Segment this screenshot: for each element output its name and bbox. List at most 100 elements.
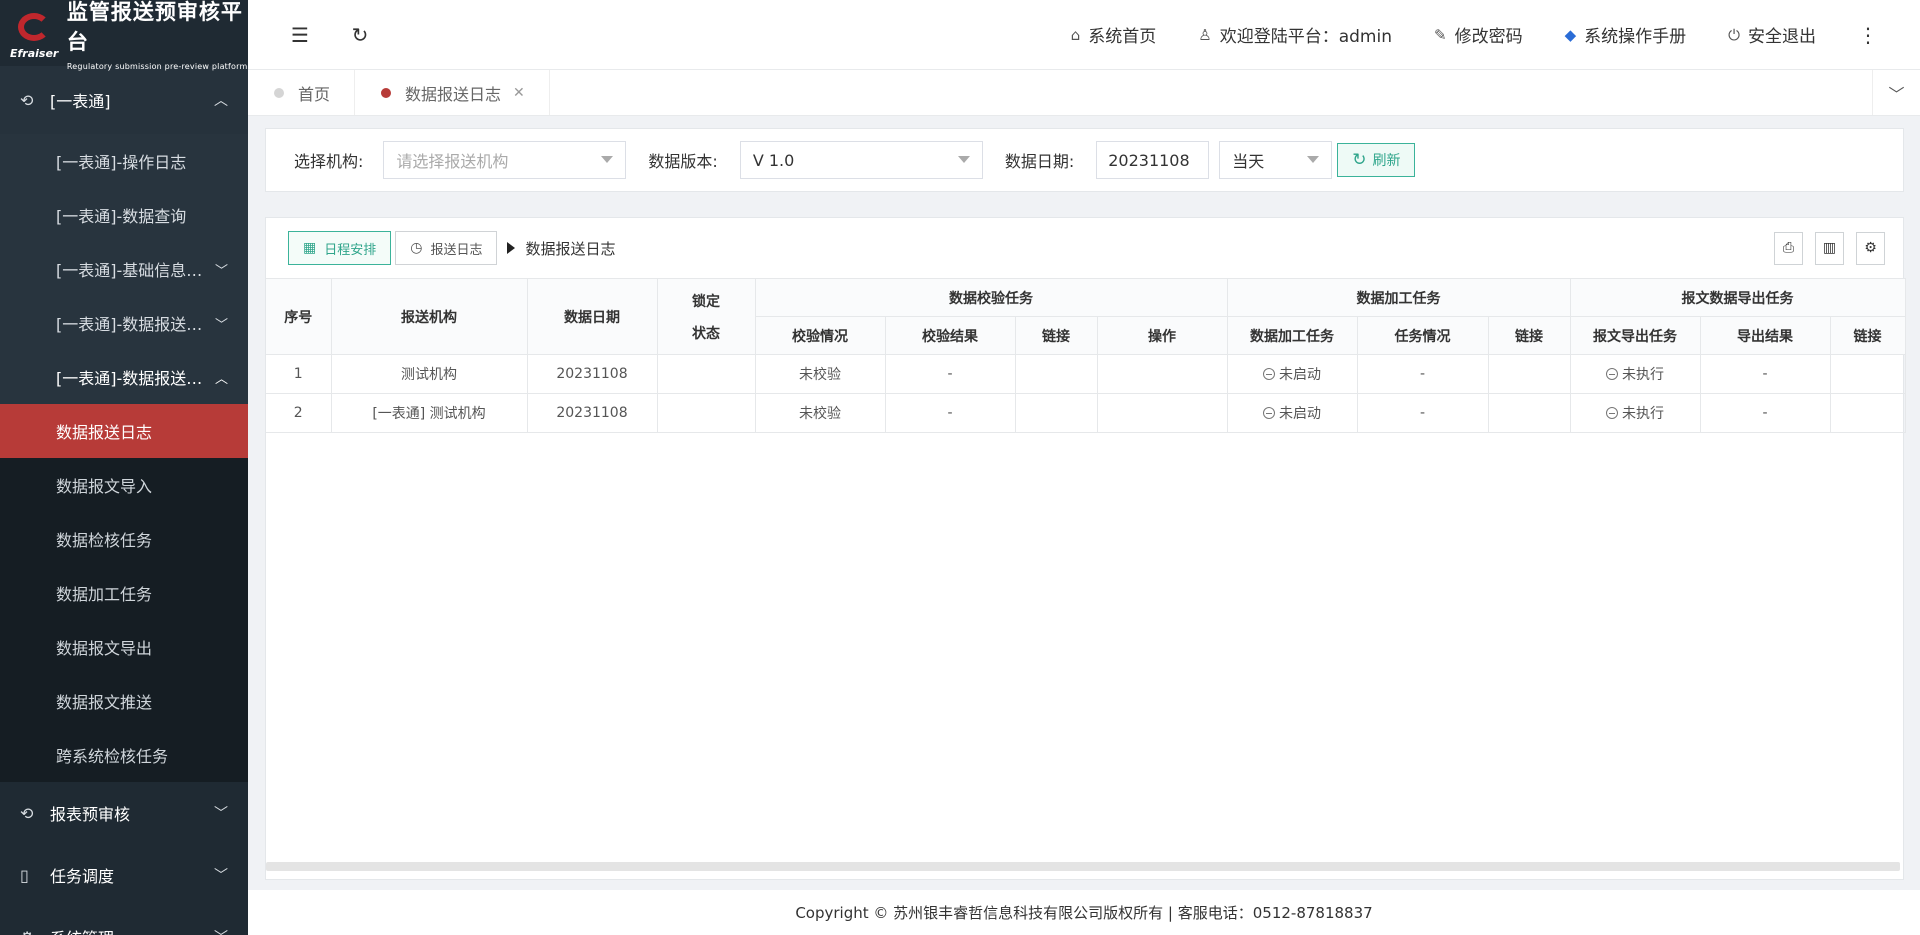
cell-check-status[interactable]: 未校验 bbox=[755, 393, 886, 433]
welcome-user[interactable]: ♙ 欢迎登陆平台：admin bbox=[1198, 22, 1392, 48]
power-icon: ⏻ bbox=[1728, 25, 1740, 44]
menu-group-yibiaotong[interactable]: ⟲ [一表通] ︿ bbox=[0, 66, 248, 134]
tab-dot bbox=[381, 87, 392, 98]
print-icon[interactable]: ⎙ bbox=[1774, 231, 1803, 265]
cell-check-result: - bbox=[885, 393, 1016, 433]
tab-dot bbox=[274, 87, 284, 98]
sidebar-item-operation-log[interactable]: [一表通]-操作日志 bbox=[0, 134, 248, 188]
minus-circle-icon bbox=[1263, 407, 1275, 419]
submission-log-button[interactable]: ◷ 报送日志 bbox=[395, 231, 498, 265]
top-header: ☰ ↻ ⌂ 系统首页 ♙ 欢迎登陆平台：admin ✎ 修改密码 ◆ 系统操作手册 ⏻ 安… bbox=[248, 0, 1920, 70]
sidebar-item-submission-log[interactable]: 数据报送日志 bbox=[0, 404, 248, 458]
chevron-down-icon: ﹀ bbox=[214, 868, 228, 884]
header-org: 报送机构 bbox=[331, 278, 528, 355]
cell-lock bbox=[657, 393, 756, 433]
caret-down-icon bbox=[601, 156, 614, 163]
cell-process-status: - bbox=[1357, 354, 1489, 394]
period-select[interactable]: 当天 bbox=[1219, 141, 1333, 179]
sidebar-item-message-push[interactable]: 数据报文推送 bbox=[0, 674, 248, 728]
sidebar-item-check-task[interactable]: 数据检核任务 bbox=[0, 512, 248, 566]
cell-process-link bbox=[1488, 393, 1571, 433]
date-label: 数据日期: bbox=[1004, 152, 1075, 171]
grid-toolbar: ▦ 日程安排 ◷ 报送日志 数据报送日志 ⎙ ▥ ⚙ bbox=[266, 218, 1903, 278]
date-input[interactable] bbox=[1096, 141, 1210, 179]
book-icon: ◆ bbox=[1564, 25, 1577, 44]
user-icon: ♙ bbox=[1198, 25, 1212, 44]
cell-check-status[interactable]: 未校验 bbox=[755, 354, 886, 394]
minus-circle-icon bbox=[1606, 407, 1619, 419]
module-icon: ⟲ bbox=[20, 803, 34, 823]
cell-process-task: 未启动 bbox=[1227, 354, 1358, 394]
sidebar-item-submission-task[interactable]: [一表通]-数据报送任... ︿ bbox=[0, 350, 248, 404]
header-export-task: 报文导出任务 bbox=[1570, 316, 1701, 355]
caret-right-icon bbox=[507, 242, 516, 254]
header-export-link: 链接 bbox=[1830, 316, 1906, 355]
close-icon[interactable]: ✕ bbox=[513, 85, 525, 101]
module-icon: ⟲ bbox=[20, 90, 34, 110]
menu-group-system-admin[interactable]: ⚙ 系统管理 ﹀ bbox=[0, 906, 248, 935]
settings-icon[interactable]: ⚙ bbox=[1856, 231, 1885, 265]
header-check-link: 链接 bbox=[1015, 316, 1098, 355]
minus-circle-icon bbox=[1606, 368, 1619, 380]
sidebar-item-message-import[interactable]: 数据报文导入 bbox=[0, 458, 248, 512]
submenu-submission-task: 数据报送日志 数据报文导入 数据检核任务 数据加工任务 数据报文导出 数据报文推… bbox=[0, 404, 248, 782]
cell-export-task: 未执行 bbox=[1570, 393, 1701, 433]
chevron-down-icon[interactable]: ﹀ bbox=[1872, 70, 1920, 115]
menu-group-report-review[interactable]: ⟲ 报表预审核 ﹀ bbox=[0, 782, 248, 844]
logo-brand: Efraiser bbox=[10, 47, 59, 60]
sidebar-item-data-query[interactable]: [一表通]-数据查询 bbox=[0, 188, 248, 242]
tab-submission-log[interactable]: 数据报送日志 ✕ bbox=[355, 70, 550, 115]
version-select[interactable]: V 1.0 bbox=[739, 141, 983, 179]
menu-group-label: [一表通] bbox=[50, 92, 111, 111]
org-select[interactable]: 请选择报送机构 bbox=[383, 141, 627, 179]
submenu-yibiaotong: [一表通]-操作日志 [一表通]-数据查询 [一表通]-基础信息维... ﹀ [一… bbox=[0, 134, 248, 782]
header-process-status: 任务情况 bbox=[1357, 316, 1489, 355]
home-link[interactable]: ⌂ 系统首页 bbox=[1071, 22, 1157, 48]
change-password-link[interactable]: ✎ 修改密码 bbox=[1434, 22, 1523, 48]
more-vertical-icon[interactable]: ⋮ bbox=[1858, 23, 1878, 47]
refresh-icon: ↻ bbox=[1352, 150, 1367, 170]
sidebar: Efraiser 监管报送预审核平台 Regulatory submission… bbox=[0, 0, 248, 935]
chevron-down-icon: ﹀ bbox=[214, 806, 228, 822]
data-grid-card: ▦ 日程安排 ◷ 报送日志 数据报送日志 ⎙ ▥ ⚙ 序号 报送机构 数据日期 锁定… bbox=[265, 217, 1906, 880]
columns-icon[interactable]: ▥ bbox=[1815, 231, 1844, 265]
header-process-link: 链接 bbox=[1488, 316, 1571, 355]
horizontal-scrollbar[interactable] bbox=[266, 862, 1900, 871]
schedule-button[interactable]: ▦ 日程安排 bbox=[288, 231, 392, 265]
sidebar-item-process-task[interactable]: 数据加工任务 bbox=[0, 566, 248, 620]
logo-title: 监管报送预审核平台 bbox=[66, 0, 243, 54]
refresh-icon[interactable]: ↻ bbox=[336, 11, 384, 59]
page-tabs: 首页 数据报送日志 ✕ ﹀ bbox=[248, 70, 1920, 116]
header-process-task: 数据加工任务 bbox=[1227, 316, 1358, 355]
header-check-status: 校验情况 bbox=[755, 316, 886, 355]
menu-group-task-scheduling[interactable]: ▯ 任务调度 ﹀ bbox=[0, 844, 248, 906]
cell-check-op bbox=[1097, 354, 1228, 394]
settings-icon: ⚙ bbox=[20, 928, 38, 935]
header-group-export: 报文数据导出任务 bbox=[1570, 278, 1906, 317]
tab-home[interactable]: 首页 bbox=[248, 70, 356, 115]
breadcrumb: 数据报送日志 bbox=[507, 238, 616, 259]
manual-link[interactable]: ◆ 系统操作手册 bbox=[1564, 22, 1687, 48]
header-group-check: 数据校验任务 bbox=[755, 278, 1228, 317]
header-check-result: 校验结果 bbox=[885, 316, 1016, 355]
cell-date: 20231108 bbox=[527, 393, 658, 433]
menu-collapse-icon[interactable]: ☰ bbox=[276, 11, 324, 59]
chevron-down-icon: ﹀ bbox=[214, 927, 228, 935]
chevron-up-icon: ︿ bbox=[214, 93, 228, 109]
table-row[interactable]: 1 测试机构 20231108 未校验 - 未启动 - 未执行 - bbox=[266, 354, 1906, 394]
cell-seq: 1 bbox=[266, 354, 332, 394]
sidebar-item-submission-config[interactable]: [一表通]-数据报送配... ﹀ bbox=[0, 296, 248, 350]
caret-down-icon bbox=[957, 156, 970, 163]
header-date: 数据日期 bbox=[527, 278, 658, 355]
sidebar-item-cross-system-check[interactable]: 跨系统检核任务 bbox=[0, 728, 248, 782]
sidebar-item-basic-info[interactable]: [一表通]-基础信息维... ﹀ bbox=[0, 242, 248, 296]
refresh-button[interactable]: ↻ 刷新 bbox=[1337, 143, 1416, 177]
pencil-icon: ✎ bbox=[1434, 25, 1447, 44]
chevron-down-icon: ﹀ bbox=[214, 263, 228, 279]
header-seq: 序号 bbox=[266, 278, 332, 355]
table-row[interactable]: 2 [一表通] 测试机构 20231108 未校验 - 未启动 - 未执行 - bbox=[266, 393, 1906, 433]
logout-link[interactable]: ⏻ 安全退出 bbox=[1728, 22, 1816, 48]
cell-export-result: - bbox=[1700, 393, 1831, 433]
clock-icon: ◷ bbox=[410, 240, 423, 256]
sidebar-item-message-export[interactable]: 数据报文导出 bbox=[0, 620, 248, 674]
